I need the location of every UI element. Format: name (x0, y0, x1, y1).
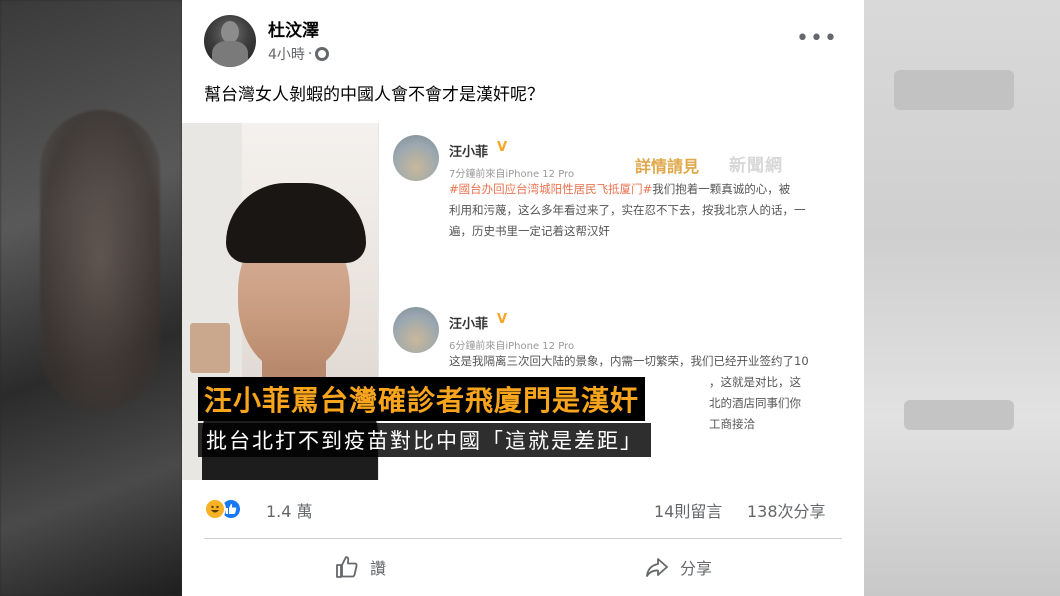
like-label: 讚 (370, 559, 387, 578)
globe-icon[interactable] (315, 47, 330, 61)
share-arrow-icon (646, 558, 668, 577)
weibo-hashtag: #國台办回应台湾城阳性居民飞抵厦门# (449, 182, 653, 196)
weibo-line: 我们抱着一颗真诚的心，被 (652, 182, 791, 196)
action-divider (204, 538, 842, 539)
thumb-glyph (226, 504, 237, 514)
weibo-body: #國台办回应台湾城阳性居民飞抵厦门#我们抱着一颗真诚的心，被 利用和污蔑，这么多… (449, 179, 806, 242)
like-button[interactable]: 讚 (320, 548, 400, 586)
news-logo-watermark: 新聞網 (729, 156, 783, 176)
blurred-background-right (864, 0, 1060, 596)
post-image[interactable]: 汪小菲 V 7分鐘前來自iPhone 12 Pro #國台办回应台湾城阳性居民飞… (182, 123, 864, 480)
background-smudge (894, 70, 1014, 110)
post-text: 幫台灣女人剝蝦的中國人會不會才是漢奸呢？ (204, 85, 544, 105)
post-actions: 讚 分享 (182, 544, 864, 590)
weibo-time: 6分鐘前來自iPhone 12 Pro (449, 341, 575, 352)
weibo-line: 这是我隔离三次回大陆的景象，内需一切繁荣，我们已经开业签约了10 (449, 354, 809, 368)
share-count[interactable]: 138次分享 (747, 498, 826, 522)
more-options-button[interactable]: ••• (796, 26, 837, 56)
share-button[interactable]: 分享 (630, 548, 726, 586)
haha-icon[interactable] (204, 498, 226, 520)
author-avatar[interactable] (204, 15, 256, 67)
weibo-name: 汪小菲 (449, 145, 489, 160)
post-meta: 4小時 · (268, 44, 330, 64)
thumbs-up-icon (336, 556, 358, 578)
weibo-line: 遍，历史书里一定记着这帮汉奸 (449, 224, 610, 238)
post-time[interactable]: 4小時 (268, 44, 305, 64)
vip-badge-icon: V (497, 312, 508, 327)
news-subtitle-caption: 批台北打不到疫苗對比中國「這就是差距」 (198, 423, 651, 457)
facebook-post-card: 杜汶澤 4小時 · ••• 幫台灣女人剝蝦的中國人會不會才是漢奸呢？ 汪小菲 V… (182, 0, 864, 596)
comment-count[interactable]: 14則留言 (654, 498, 722, 522)
post-header: 杜汶澤 4小時 · ••• (182, 0, 864, 75)
author-name[interactable]: 杜汶澤 (268, 16, 319, 41)
share-label: 分享 (680, 559, 713, 578)
vip-badge-icon: V (497, 140, 508, 155)
weibo-avatar (393, 135, 439, 181)
details-stamp: 詳情請見 (635, 157, 700, 176)
post-stats: 1.4 萬 14則留言 138次分享 (182, 488, 864, 530)
blurred-background-left (0, 0, 182, 596)
weibo-avatar (393, 307, 439, 353)
background-smudge (904, 400, 1014, 430)
reaction-count[interactable]: 1.4 萬 (266, 498, 313, 522)
haha-face-glyph (211, 505, 219, 513)
weibo-name: 汪小菲 (449, 317, 489, 332)
photo-hair (226, 183, 366, 263)
weibo-line: 利用和污蔑，这么多年看过来了，实在忍不下去，按我北京人的话，一 (449, 203, 806, 217)
weibo-time: 7分鐘前來自iPhone 12 Pro (449, 169, 575, 180)
photo-shelf (190, 323, 230, 373)
news-headline-caption: 汪小菲罵台灣確診者飛廈門是漢奸 (198, 377, 646, 421)
meta-separator: · (307, 46, 313, 62)
